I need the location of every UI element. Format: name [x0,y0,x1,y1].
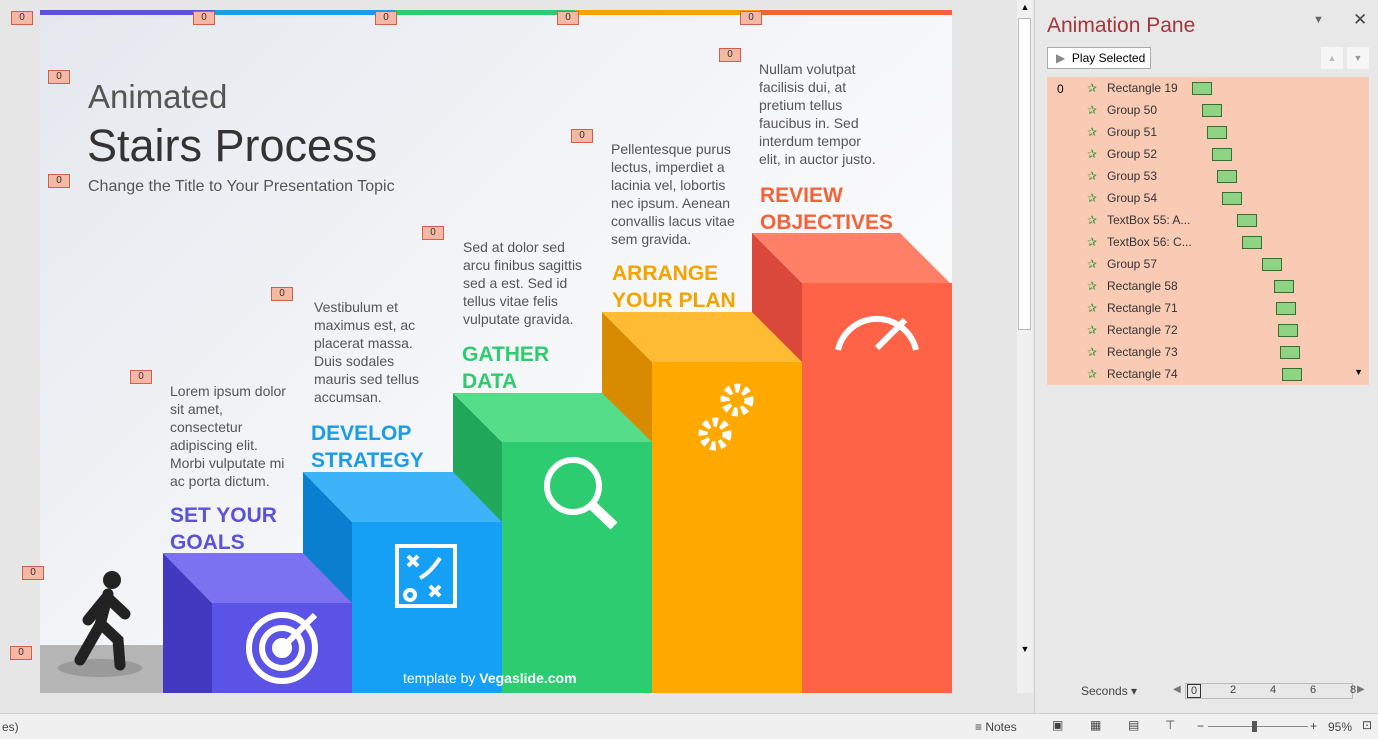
timeline-left[interactable]: ◀ [1173,684,1181,695]
move-down-button[interactable]: ▼ [1347,47,1369,69]
animation-tag[interactable]: 0 [10,646,32,660]
animation-item[interactable]: ✰ Rectangle 72 [1047,319,1369,341]
entrance-effect-icon: ✰ [1087,147,1098,161]
pane-title: Animation Pane [1047,14,1196,37]
animation-item[interactable]: ✰ Group 50 [1047,99,1369,121]
zoom-in-button[interactable]: + [1310,719,1317,733]
timing-bar[interactable] [1212,148,1232,161]
animation-tag[interactable]: 0 [193,11,215,25]
entrance-effect-icon: ✰ [1087,103,1098,117]
animation-tag[interactable]: 0 [740,11,762,25]
slide-sorter-icon[interactable]: ▦ [1090,718,1101,732]
animation-item[interactable]: ✰ Rectangle 73 [1047,341,1369,363]
notes-button[interactable]: ≡ Notes [975,720,1017,734]
animation-item[interactable]: ✰ Group 53 [1047,165,1369,187]
title-line2: Stairs Process [87,120,378,171]
step-5-text: Nullam volutpat facilisis dui, at pretium … [759,61,876,167]
animation-item[interactable]: ✰ Rectangle 74 [1047,363,1369,385]
animation-item[interactable]: ✰ Rectangle 58 [1047,275,1369,297]
animation-item[interactable]: ✰ Group 51 [1047,121,1369,143]
step-5-heading: REVIEW OBJECTIVES [760,184,894,234]
animation-item[interactable]: ✰ TextBox 56: C... [1047,231,1369,253]
entrance-effect-icon: ✰ [1087,301,1098,315]
subtitle: Change the Title to Your Presentation To… [88,178,395,195]
entrance-effect-icon: ✰ [1087,169,1098,183]
animation-pane: Animation Pane ▼ ✕ ▶ Play Selected ▲ ▼ 0… [1034,0,1378,713]
animation-tag[interactable]: 0 [557,11,579,25]
animation-item[interactable]: ✰ Group 52 [1047,143,1369,165]
entrance-effect-icon: ✰ [1087,213,1098,227]
vertical-scrollbar[interactable]: ▲ ▼ [1017,0,1033,693]
animation-item[interactable]: ✰ TextBox 55: A... [1047,209,1369,231]
timeline-unit-dropdown[interactable]: Seconds ▾ [1081,684,1137,698]
entrance-effect-icon: ✰ [1087,257,1098,271]
animation-tag[interactable]: 0 [571,129,593,143]
timing-bar[interactable] [1222,192,1242,205]
entrance-effect-icon: ✰ [1087,191,1098,205]
reading-view-icon[interactable]: ▤ [1128,718,1139,732]
step-1-heading: SET YOUR GOALS [170,504,277,554]
timeline-right[interactable]: ▶ [1357,684,1365,695]
animation-item[interactable]: ✰ Group 57 [1047,253,1369,275]
animation-item[interactable]: ✰ Rectangle 19 [1047,77,1369,99]
play-selected-button[interactable]: ▶ Play Selected [1047,47,1151,69]
timing-bar[interactable] [1242,236,1262,249]
move-up-button[interactable]: ▲ [1321,47,1343,69]
animation-tag[interactable]: 0 [130,370,152,384]
pane-options-icon[interactable]: ▼ [1313,14,1324,26]
animation-tag[interactable]: 0 [719,48,741,62]
step-3-text: Sed at dolor sed arcu finibus sagittis sed… [463,239,583,327]
entrance-effect-icon: ✰ [1087,125,1098,139]
step-4-text: Pellentesque purus lectus, imperdiet a lac… [611,141,735,247]
close-icon[interactable]: ✕ [1353,10,1367,30]
timing-bar[interactable] [1280,346,1300,359]
credit: template by Vegaslide.com [403,670,577,686]
zoom-slider-thumb[interactable] [1252,721,1257,732]
animation-tag[interactable]: 0 [422,226,444,240]
step-3-heading: GATHER DATA [462,343,550,393]
animation-tag[interactable]: 0 [375,11,397,25]
timing-bar[interactable] [1282,368,1302,381]
entrance-effect-icon: ✰ [1087,345,1098,359]
step-4-heading: ARRANGE YOUR PLAN [612,262,736,312]
step-2-text: Vestibulum et maximus est, ac placerat mas… [314,299,420,405]
timing-bar[interactable] [1274,280,1294,293]
animation-tag[interactable]: 0 [11,11,33,25]
timeline-ruler[interactable]: 02468 [1185,683,1356,699]
timing-bar[interactable] [1202,104,1222,117]
entrance-effect-icon: ✰ [1087,323,1098,337]
timing-bar[interactable] [1262,258,1282,271]
zoom-out-button[interactable]: − [1197,719,1204,733]
timing-bar[interactable] [1278,324,1298,337]
scroll-thumb[interactable] [1018,18,1031,330]
entrance-effect-icon: ✰ [1087,367,1098,381]
entrance-effect-icon: ✰ [1087,279,1098,293]
animation-tag[interactable]: 0 [22,566,44,580]
timing-bar[interactable] [1192,82,1212,95]
title-line1: Animated [88,78,228,115]
zoom-slider[interactable] [1208,726,1308,727]
animation-tag[interactable]: 0 [48,174,70,188]
slide-canvas[interactable]: Animated Stairs Process Change the Title… [40,10,952,693]
timing-bar[interactable] [1276,302,1296,315]
entrance-effect-icon: ✰ [1087,235,1098,249]
animation-tag[interactable]: 0 [271,287,293,301]
step-2-heading: DEVELOP STRATEGY [311,422,424,472]
animation-tag[interactable]: 0 [48,70,70,84]
animation-item[interactable]: ✰ Group 54 [1047,187,1369,209]
animation-item[interactable]: ✰ Rectangle 71 [1047,297,1369,319]
timing-bar[interactable] [1217,170,1237,183]
status-bar: es) ≡ Notes ▣ ▦ ▤ ⊤ − + 95% ⊡ [0,713,1378,739]
fit-slide-icon[interactable]: ⊡ [1362,718,1372,732]
step-1-text: Lorem ipsum dolor sit amet, consectetur adi… [170,383,286,489]
zoom-level: 95% [1328,720,1353,734]
entrance-effect-icon: ✰ [1087,81,1098,95]
normal-view-icon[interactable]: ▣ [1052,718,1063,732]
timing-bar[interactable] [1207,126,1227,139]
animation-list[interactable]: 0 ▼ ✰ Rectangle 19 ✰ Group 50 ✰ Group 51 ✰ Grou… [1047,77,1369,385]
timing-bar[interactable] [1237,214,1257,227]
slideshow-icon[interactable]: ⊤ [1165,718,1175,732]
